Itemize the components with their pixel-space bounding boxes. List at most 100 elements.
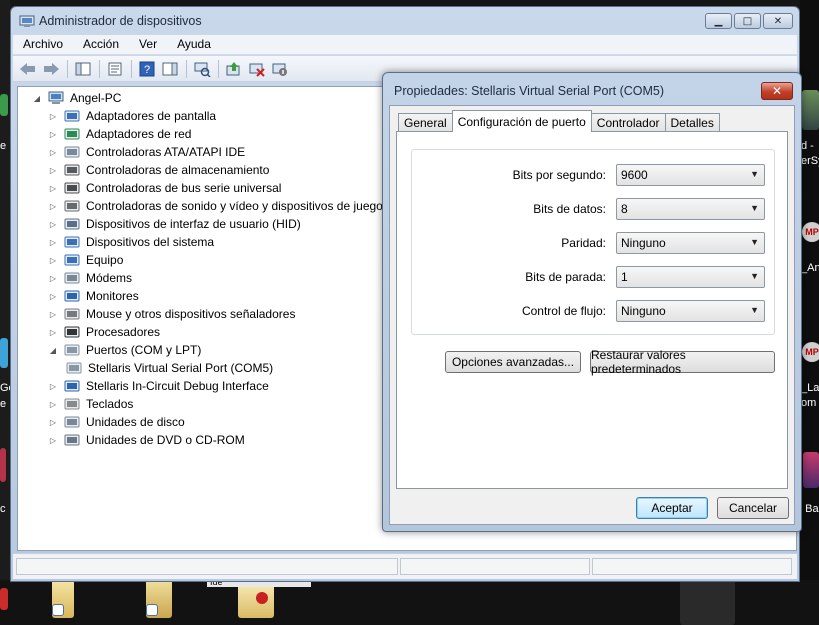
expand-arrow-icon[interactable]: ▷ — [48, 111, 58, 121]
hid-icon — [64, 218, 80, 230]
partial-window-edge — [680, 580, 735, 625]
expand-arrow-icon[interactable]: ▷ — [48, 255, 58, 265]
tree-item[interactable]: ▷ Unidades de disco — [48, 413, 185, 431]
expand-arrow-icon[interactable]: ▷ — [48, 237, 58, 247]
forward-button[interactable] — [40, 59, 62, 79]
desktop-icon-partial[interactable] — [0, 338, 8, 368]
stop-bits-value: 1 — [621, 270, 628, 284]
tree-item-label: Unidades de disco — [86, 415, 185, 429]
menu-ayuda[interactable]: Ayuda — [167, 35, 221, 54]
collapse-arrow-icon[interactable]: ◢ — [32, 93, 42, 103]
parity-select[interactable]: Ninguno ▼ — [616, 232, 765, 254]
expand-arrow-icon[interactable]: ▷ — [48, 183, 58, 193]
properties-button[interactable] — [104, 59, 126, 79]
desktop-icon-label: _La — [801, 382, 819, 394]
tree-item[interactable]: ▷ Controladoras de bus serie universal — [48, 179, 282, 197]
parity-row: Paridad: Ninguno ▼ — [412, 232, 776, 256]
expand-arrow-icon[interactable]: ▷ — [48, 399, 58, 409]
expand-arrow-icon[interactable]: ▷ — [48, 129, 58, 139]
restore-defaults-button[interactable]: Restaurar valores predeterminados — [590, 348, 775, 376]
expand-arrow-icon[interactable]: ▷ — [48, 273, 58, 283]
tree-item[interactable]: Stellaris Virtual Serial Port (COM5) — [66, 359, 273, 377]
disable-device-button[interactable] — [269, 59, 291, 79]
minimize-button[interactable]: ▁ — [705, 13, 732, 29]
expand-arrow-icon[interactable]: ▷ — [48, 309, 58, 319]
parity-label: Paridad: — [561, 236, 606, 250]
tree-item-label: Puertos (COM y LPT) — [86, 343, 202, 357]
tree-item[interactable]: ▷ Equipo — [48, 251, 123, 269]
title-bar[interactable]: Administrador de dispositivos ▁ □ ✕ — [11, 7, 799, 35]
tree-item[interactable]: ▷ Controladoras de almacenamiento — [48, 161, 270, 179]
expand-arrow-icon[interactable]: ▷ — [48, 219, 58, 229]
cancel-button[interactable]: Cancelar — [717, 497, 789, 519]
scan-hardware-button[interactable] — [191, 59, 213, 79]
tree-item[interactable]: ▷ Procesadores — [48, 323, 160, 341]
tree-item[interactable]: ▷ Controladoras de sonido y vídeo y dispo… — [48, 197, 383, 215]
expand-arrow-icon[interactable]: ▷ — [48, 381, 58, 391]
properties-icon — [108, 62, 122, 75]
help-button[interactable]: ? — [136, 59, 158, 79]
desktop-icon-partial[interactable] — [0, 94, 8, 116]
tab-detalles[interactable]: Detalles — [664, 113, 720, 132]
tree-item[interactable]: ▷ Monitores — [48, 287, 139, 305]
ok-button[interactable]: Aceptar — [636, 497, 708, 519]
mp-badge-text: MP — [805, 347, 819, 357]
desktop-icon-partial[interactable] — [0, 588, 8, 610]
tree-item[interactable]: ▷ Stellaris In-Circuit Debug Interface — [48, 377, 269, 395]
tab-controlador[interactable]: Controlador — [590, 113, 666, 132]
expand-arrow-icon[interactable]: ▷ — [48, 291, 58, 301]
help-icon: ? — [139, 61, 155, 76]
back-button[interactable] — [17, 59, 39, 79]
data-bits-select[interactable]: 8 ▼ — [616, 198, 765, 220]
desktop-icon-partial[interactable] — [802, 90, 819, 130]
shortcut-arrow-icon — [52, 604, 64, 616]
tree-root[interactable]: ◢ Angel-PC — [32, 89, 121, 107]
dialog-body: General Configuración de puerto Controla… — [389, 105, 795, 525]
properties-dialog[interactable]: Propiedades: Stellaris Virtual Serial Po… — [382, 72, 802, 532]
bits-per-second-row: Bits por segundo: 9600 ▼ — [412, 164, 776, 188]
menu-ver[interactable]: Ver — [129, 35, 167, 54]
tree-item[interactable]: ▷ Adaptadores de red — [48, 125, 192, 143]
network-adapter-icon — [64, 128, 80, 140]
uninstall-button[interactable] — [246, 59, 268, 79]
expand-arrow-icon[interactable]: ▷ — [48, 201, 58, 211]
action-pane-button[interactable] — [159, 59, 181, 79]
collapse-arrow-icon[interactable]: ◢ — [48, 345, 58, 355]
tree-item[interactable]: ▷ Teclados — [48, 395, 133, 413]
close-icon: ✕ — [773, 15, 783, 27]
media-player-icon[interactable]: MP — [802, 222, 819, 242]
flow-control-select[interactable]: Ninguno ▼ — [616, 300, 765, 322]
tab-configuracion-de-puerto[interactable]: Configuración de puerto — [451, 110, 592, 132]
maximize-button[interactable]: □ — [734, 13, 761, 29]
chevron-down-icon: ▼ — [750, 203, 759, 213]
tree-item[interactable]: ▷ Mouse y otros dispositivos señaladores — [48, 305, 296, 323]
desktop-icon-label: e — [0, 398, 7, 410]
tree-item[interactable]: ▷ Dispositivos de interfaz de usuario (HI… — [48, 215, 301, 233]
show-hide-console-tree-button[interactable] — [72, 59, 94, 79]
menu-accion[interactable]: Acción — [73, 35, 129, 54]
expand-arrow-icon[interactable]: ▷ — [48, 147, 58, 157]
expand-arrow-icon[interactable]: ▷ — [48, 165, 58, 175]
tab-general[interactable]: General — [398, 113, 453, 132]
desktop-icon-partial[interactable] — [803, 452, 819, 488]
expand-arrow-icon[interactable]: ▷ — [48, 417, 58, 427]
update-driver-button[interactable] — [223, 59, 245, 79]
expand-arrow-icon[interactable]: ▷ — [48, 435, 58, 445]
expand-arrow-icon[interactable]: ▷ — [48, 327, 58, 337]
media-player-icon[interactable]: MP — [802, 342, 819, 362]
tree-item[interactable]: ▷ Dispositivos del sistema — [48, 233, 214, 251]
advanced-options-button[interactable]: Opciones avanzadas... — [445, 351, 581, 373]
tree-item[interactable]: ▷ Adaptadores de pantalla — [48, 107, 216, 125]
close-button[interactable]: ✕ — [763, 13, 793, 29]
bits-per-second-select[interactable]: 9600 ▼ — [616, 164, 765, 186]
tree-item[interactable]: ▷ Controladoras ATA/ATAPI IDE — [48, 143, 245, 161]
stop-bits-select[interactable]: 1 ▼ — [616, 266, 765, 288]
dialog-close-button[interactable]: ✕ — [761, 82, 793, 100]
menu-archivo[interactable]: Archivo — [13, 35, 73, 54]
tree-item[interactable]: ▷ Unidades de DVD o CD-ROM — [48, 431, 245, 449]
desktop-icon-partial[interactable] — [0, 448, 6, 482]
chevron-down-icon: ▼ — [750, 237, 759, 247]
flow-control-row: Control de flujo: Ninguno ▼ — [412, 300, 776, 324]
tree-item[interactable]: ▷ Módems — [48, 269, 132, 287]
tree-item[interactable]: ◢ Puertos (COM y LPT) — [48, 341, 201, 359]
